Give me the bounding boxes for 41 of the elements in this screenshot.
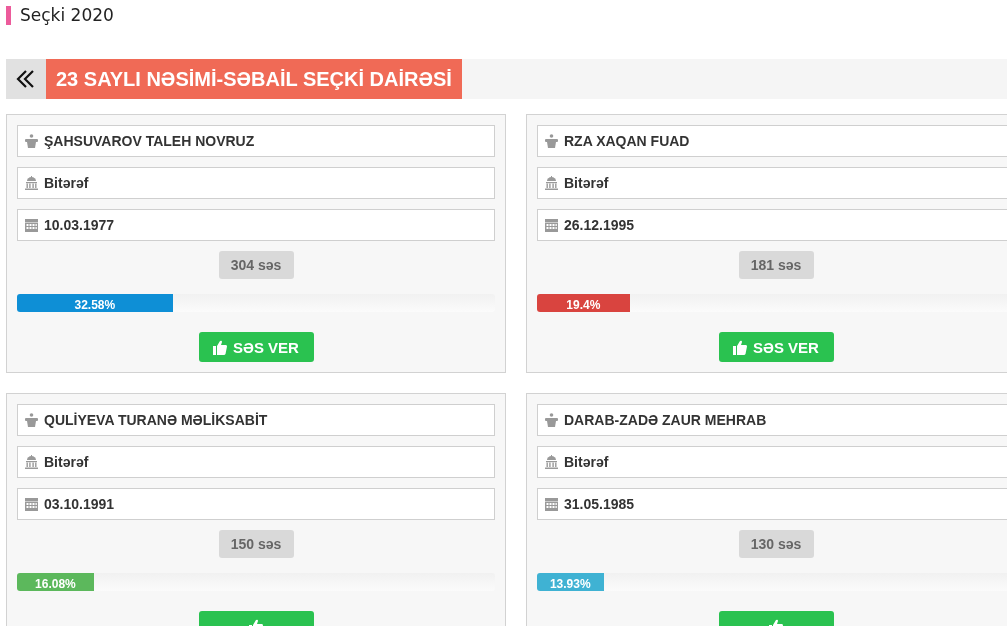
candidate-name: ŞAHSUVAROV TALEH NOVRUZ: [44, 133, 255, 149]
vote-count-badge: 150 səs: [218, 530, 294, 558]
percent-label: 16.08%: [35, 577, 76, 591]
party-label: Bitərəf: [44, 175, 89, 191]
party-label: Bitərəf: [564, 175, 609, 191]
candidate-name: DARAB-ZADƏ ZAUR MEHRAB: [564, 412, 767, 428]
thumbs-up-icon: [213, 339, 228, 355]
percent-label: 13.93%: [549, 577, 591, 591]
building-icon: [25, 455, 38, 469]
podium-icon: [25, 134, 38, 148]
double-chevron-left-icon: [16, 69, 36, 89]
podium-icon: [545, 413, 558, 427]
calendar-icon: [545, 218, 558, 232]
building-icon: [545, 176, 558, 190]
birth-date: 03.10.1991: [44, 496, 115, 512]
calendar-icon: [25, 218, 38, 232]
percent-label: 32.58%: [74, 298, 116, 312]
vote-count-badge: 130 səs: [738, 530, 814, 558]
vote-count-badge: 181 səs: [738, 251, 814, 279]
vote-count-badge: 304 səs: [218, 251, 294, 279]
percent-label: 19.4%: [566, 298, 601, 312]
birth-date: 10.03.1977: [44, 217, 115, 233]
birth-date: 31.05.1985: [564, 496, 635, 512]
thumbs-up-icon: [733, 339, 748, 355]
back-button[interactable]: [6, 59, 46, 99]
podium-icon: [545, 134, 558, 148]
district-title: 23 SAYLI NƏSİMİ-SƏBAİL SEÇKİ DAİRƏSİ: [46, 59, 462, 99]
party-label: Bitərəf: [44, 454, 89, 470]
building-icon: [545, 455, 558, 469]
birth-date: 26.12.1995: [564, 217, 635, 233]
title-accent-bar: [6, 5, 11, 25]
building-icon: [25, 176, 38, 190]
candidate-name: QULİYEVA TURANƏ MƏLİKSABİT: [44, 412, 268, 428]
candidate-name: RZA XAQAN FUAD: [564, 133, 690, 149]
calendar-icon: [545, 497, 558, 511]
vote-button[interactable]: SƏS VER: [718, 332, 834, 362]
page-title: Seçki 2020: [20, 5, 114, 25]
calendar-icon: [25, 497, 38, 511]
vote-button[interactable]: SƏS VER: [198, 332, 314, 362]
party-label: Bitərəf: [564, 454, 609, 470]
podium-icon: [25, 413, 38, 427]
